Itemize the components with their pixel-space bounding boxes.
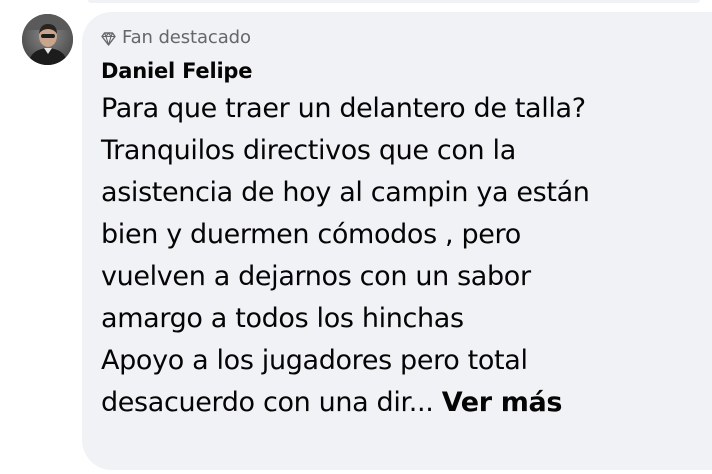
truncated-text: desacuerdo con una dir...	[101, 387, 434, 418]
comment-line: Apoyo a los jugadores pero total	[101, 345, 528, 376]
see-more-link[interactable]: Ver más	[442, 387, 563, 418]
comment-text: Para que traer un delantero de talla? Tr…	[101, 88, 701, 424]
avatar[interactable]	[22, 14, 73, 65]
top-fan-badge[interactable]: Fan destacado	[101, 24, 694, 50]
author-name[interactable]: Daniel Felipe	[101, 56, 694, 86]
comment-screen: Fan destacado Daniel Felipe Para que tra…	[0, 0, 712, 474]
comment-line: vuelven a dejarnos con un sabor	[101, 261, 531, 292]
badge-label: Fan destacado	[122, 26, 251, 48]
comment-line: amargo a todos los hinchas	[101, 303, 464, 334]
comment-line: asistencia de hoy al campin ya están	[101, 177, 590, 208]
comment-line: Tranquilos directivos que con la	[101, 135, 516, 166]
previous-comment-edge	[88, 0, 700, 3]
avatar-photo	[22, 14, 73, 65]
comment-bubble: Fan destacado Daniel Felipe Para que tra…	[82, 12, 712, 470]
diamond-icon	[101, 30, 116, 46]
comment-line: Para que traer un delantero de talla?	[101, 93, 586, 124]
comment-last-line: desacuerdo con una dir... Ver más	[101, 382, 701, 424]
comment-line: bien y duermen cómodos , pero	[101, 219, 521, 250]
